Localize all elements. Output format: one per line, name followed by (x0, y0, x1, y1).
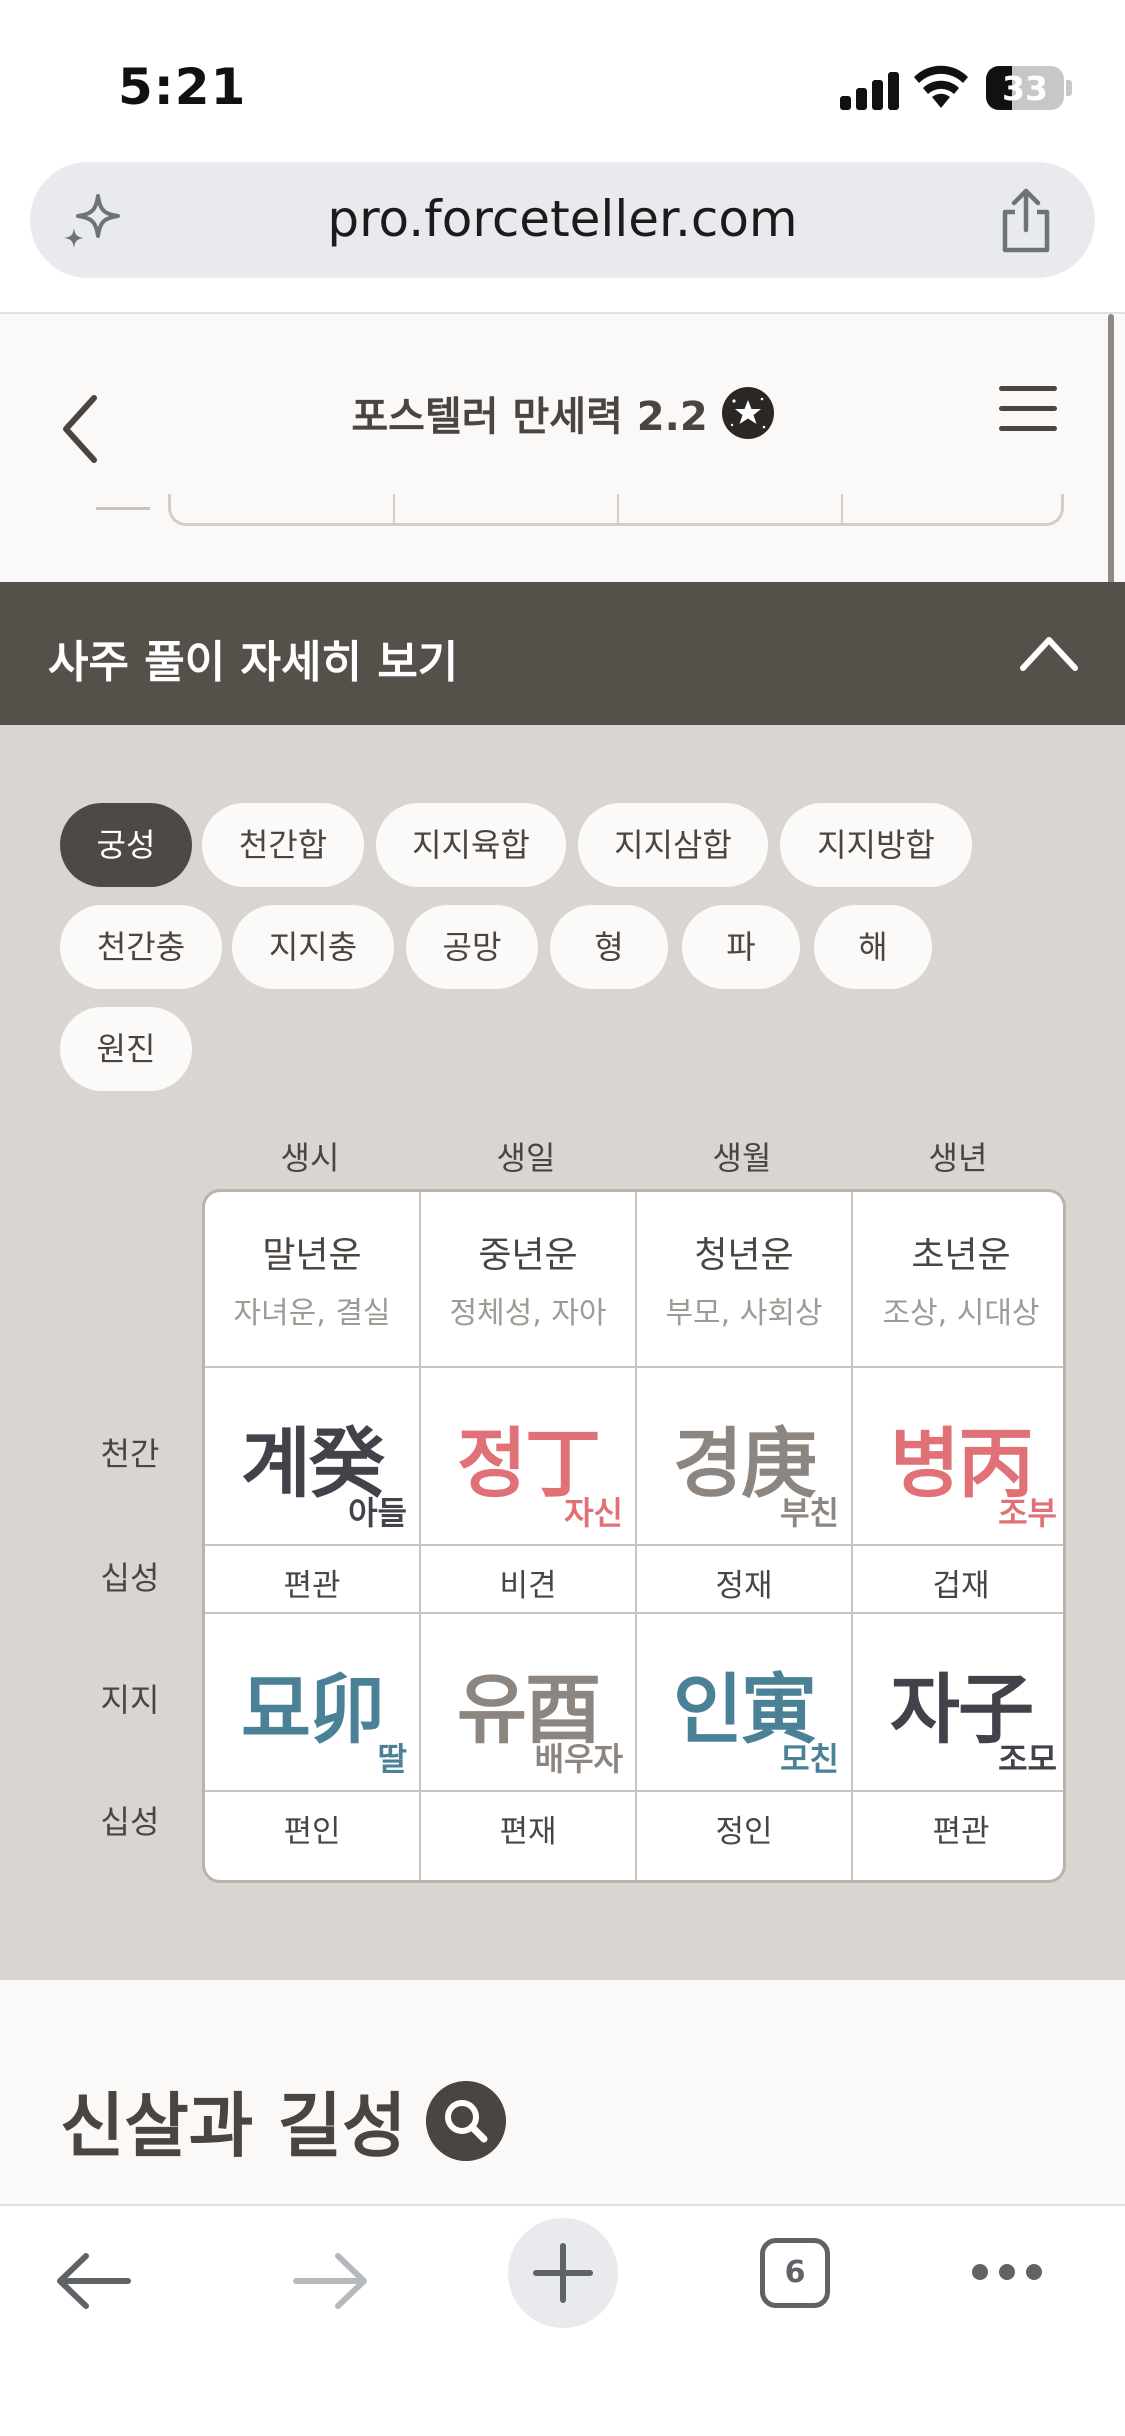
arrow-right-icon[interactable] (274, 2226, 384, 2336)
life-period-title: 중년운 (478, 1235, 578, 1276)
row-label-cheongan: 천간 (100, 1435, 160, 1473)
chip-jiji-samhap[interactable]: 지지삼합 (578, 803, 768, 887)
chip-hae[interactable]: 해 (814, 905, 932, 989)
sipseong-value: 정재 (715, 1568, 773, 1604)
life-period-sub: 조상, 시대상 (882, 1296, 1040, 1331)
search-icon[interactable] (426, 2080, 507, 2161)
chip-cheongan-chung[interactable]: 천간충 (60, 905, 222, 989)
gungseong-table: 말년운 자녀운, 결실 중년운 정체성, 자아 청년운 부모, 사회상 초년운 … (202, 1189, 1066, 1883)
arrow-left-icon[interactable] (40, 2226, 150, 2336)
share-icon[interactable] (997, 188, 1055, 254)
saju-panel: 궁성 천간합 지지육합 지지삼합 지지방합 천간충 지지충 공망 형 파 해 원… (0, 725, 1125, 1980)
sipseong-cell: 정인 (637, 1792, 853, 1880)
sipseong-value: 겁재 (932, 1568, 990, 1604)
sipseong-value: 정인 (715, 1814, 773, 1850)
cheongan-cell[interactable]: 경庚 부친 (637, 1368, 853, 1546)
saju-detail-header[interactable]: 사주 풀이 자세히 보기 (0, 582, 1125, 725)
jiji-cell[interactable]: 유酉 배우자 (421, 1614, 637, 1792)
chip-cheongan-hap[interactable]: 천간합 (202, 803, 364, 887)
battery-icon: 33 (986, 66, 1064, 110)
life-period-title: 초년운 (911, 1235, 1011, 1276)
star-badge-icon (721, 387, 774, 439)
family-relation: 모친 (780, 1740, 839, 1778)
family-relation: 부친 (780, 1494, 839, 1532)
app-title: 포스텔러 만세력 2.2 (351, 394, 708, 440)
browser-toolbar: 6 (0, 2204, 1125, 2436)
sipseong-cell: 비견 (421, 1546, 637, 1614)
jiji-cell[interactable]: 묘卯 딸 (205, 1614, 421, 1792)
family-relation: 자신 (564, 1494, 623, 1532)
section-title: 사주 풀이 자세히 보기 (48, 637, 459, 688)
sipseong-cell: 편관 (853, 1792, 1063, 1880)
chip-hyeong[interactable]: 형 (550, 905, 668, 989)
life-period-title: 청년운 (694, 1235, 794, 1276)
life-period-sub: 자녀운, 결실 (233, 1296, 391, 1331)
life-period-sub: 정체성, 자아 (449, 1296, 607, 1331)
cheongan-cell[interactable]: 정丁 자신 (421, 1368, 637, 1546)
address-bar[interactable]: pro.forceteller.com (30, 162, 1095, 278)
life-period-cell: 말년운 자녀운, 결실 (205, 1192, 421, 1368)
column-header-saengil: 생일 (496, 1139, 556, 1177)
chip-jiji-yukhap[interactable]: 지지육합 (376, 803, 566, 887)
family-relation: 조부 (998, 1494, 1057, 1532)
sipseong-value: 편인 (283, 1814, 341, 1850)
column-header-saengwol: 생월 (712, 1139, 772, 1177)
column-header-saengsi: 생시 (280, 1139, 340, 1177)
menu-icon[interactable] (999, 386, 1057, 436)
sipseong-value: 편관 (283, 1568, 341, 1604)
column-header-saengnyeon: 생년 (928, 1139, 988, 1177)
row-label-jiji: 지지 (100, 1681, 160, 1719)
sipseong-cell: 편재 (421, 1792, 637, 1880)
family-relation: 배우자 (534, 1740, 623, 1778)
sipseong-cell: 편인 (205, 1792, 421, 1880)
cellular-signal-icon (840, 66, 900, 110)
previous-table-edge (168, 494, 1064, 526)
jiji-cell[interactable]: 자子 조모 (853, 1614, 1063, 1792)
jiji-cell[interactable]: 인寅 모친 (637, 1614, 853, 1792)
row-label-sipseong: 십성 (100, 1559, 160, 1597)
life-period-cell: 중년운 정체성, 자아 (421, 1192, 637, 1368)
chip-jiji-banghap[interactable]: 지지방합 (780, 803, 972, 887)
shinsal-title: 신살과 길성 (60, 2085, 407, 2167)
family-relation: 조모 (998, 1740, 1057, 1778)
chip-wonjin[interactable]: 원진 (60, 1007, 192, 1091)
chip-pa[interactable]: 파 (682, 905, 800, 989)
status-time: 5:21 (118, 58, 247, 116)
plus-icon (533, 2243, 593, 2303)
tabs-icon[interactable]: 6 (760, 2238, 830, 2308)
chip-jiji-chung[interactable]: 지지충 (232, 905, 394, 989)
life-period-cell: 초년운 조상, 시대상 (853, 1192, 1063, 1368)
cheongan-cell[interactable]: 병丙 조부 (853, 1368, 1063, 1546)
cheongan-cell[interactable]: 계癸 아들 (205, 1368, 421, 1546)
battery-level: 33 (1002, 69, 1048, 108)
family-relation: 아들 (348, 1494, 407, 1532)
chevron-up-icon[interactable] (1017, 628, 1081, 678)
status-bar: 5:21 33 (0, 0, 1125, 150)
family-relation: 딸 (377, 1740, 407, 1778)
life-period-sub: 부모, 사회상 (665, 1296, 823, 1331)
chip-gungseong[interactable]: 궁성 (60, 803, 192, 887)
sipseong-value: 비견 (499, 1568, 557, 1604)
url-text[interactable]: pro.forceteller.com (30, 190, 1095, 248)
shinsal-section: 신살과 길성 (0, 1980, 1125, 2204)
sipseong-value: 편관 (932, 1814, 990, 1850)
sipseong-value: 편재 (499, 1814, 557, 1850)
more-icon[interactable] (972, 2264, 1042, 2280)
chip-gongmang[interactable]: 공망 (406, 905, 538, 989)
life-period-title: 말년운 (262, 1235, 362, 1276)
life-period-cell: 청년운 부모, 사회상 (637, 1192, 853, 1368)
wifi-icon (914, 65, 968, 108)
new-tab-button[interactable] (508, 2218, 618, 2328)
sipseong-cell: 편관 (205, 1546, 421, 1614)
sipseong-cell: 겁재 (853, 1546, 1063, 1614)
page-scrollbar[interactable] (1108, 314, 1114, 614)
row-label-sipseong: 십성 (100, 1803, 160, 1841)
sipseong-cell: 정재 (637, 1546, 853, 1614)
app-header: 포스텔러 만세력 2.2 (0, 314, 1125, 582)
